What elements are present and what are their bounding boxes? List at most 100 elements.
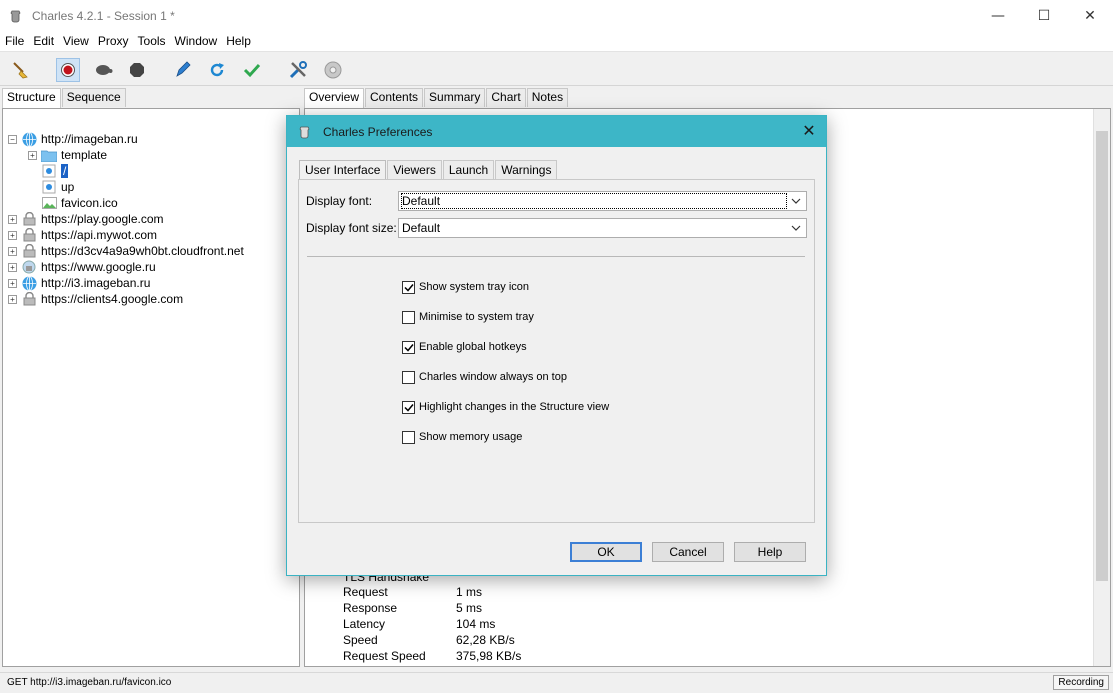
record-icon[interactable] [56, 58, 80, 82]
detail-key: Speed [343, 633, 378, 647]
tree-node-favicon[interactable]: favicon.ico [41, 195, 118, 211]
option-label: Show system tray icon [419, 281, 530, 293]
tree-node-root[interactable]: − http://imageban.ru [8, 131, 138, 147]
tab-overview[interactable]: Overview [304, 88, 365, 108]
maximize-button[interactable]: ☐ [1021, 0, 1067, 31]
menu-view[interactable]: View [58, 34, 93, 48]
tree-node-template[interactable]: + template [28, 147, 107, 163]
option-label: Minimise to system tray [419, 311, 534, 323]
display-font-select[interactable]: Default [398, 191, 807, 211]
expand-icon[interactable]: + [28, 150, 37, 160]
checkbox[interactable] [402, 310, 415, 324]
vertical-scrollbar[interactable] [1093, 109, 1110, 666]
lock-icon [21, 243, 37, 259]
check-icon[interactable] [240, 58, 264, 82]
pen-icon[interactable] [171, 58, 195, 82]
collapse-icon[interactable]: − [8, 134, 17, 144]
checkbox[interactable] [402, 370, 415, 384]
tree-node-host[interactable]: + http://i3.imageban.ru [8, 275, 150, 291]
help-button[interactable]: Help [734, 542, 806, 562]
minimize-button[interactable]: — [975, 0, 1021, 31]
title-bar: Charles 4.2.1 - Session 1 * — ☐ ✕ [0, 0, 1113, 31]
display-font-value: Default [401, 193, 787, 209]
detail-value: 5 ms [456, 601, 483, 615]
tree-node-up[interactable]: up [41, 179, 74, 195]
checkbox[interactable] [402, 280, 415, 294]
tab-viewers[interactable]: Viewers [387, 160, 442, 179]
expand-icon[interactable]: + [8, 278, 17, 288]
detail-row: Request Speed 375,98 KB/s [343, 649, 521, 665]
option-enable-global-hotkeys[interactable]: Enable global hotkeys [402, 339, 527, 355]
stop-icon[interactable] [125, 58, 149, 82]
resource-icon [41, 179, 57, 195]
tab-summary[interactable]: Summary [424, 88, 486, 107]
tab-launch[interactable]: Launch [442, 160, 495, 179]
menu-edit[interactable]: Edit [28, 34, 58, 48]
resource-icon [41, 163, 57, 179]
structure-tree: − http://imageban.ru + template / up fav… [2, 108, 300, 667]
tools-icon[interactable] [286, 58, 310, 82]
tab-contents[interactable]: Contents [365, 88, 424, 107]
menu-proxy[interactable]: Proxy [93, 34, 133, 48]
recording-badge[interactable]: Recording [1053, 675, 1109, 690]
menu-tools[interactable]: Tools [133, 34, 170, 48]
broom-icon[interactable] [9, 58, 33, 82]
checkbox[interactable] [402, 400, 415, 414]
option-highlight-changes[interactable]: Highlight changes in the Structure view [402, 399, 609, 415]
lock-icon [21, 227, 37, 243]
lock-globe-icon [21, 259, 37, 275]
tab-warnings[interactable]: Warnings [495, 160, 558, 179]
user-interface-panel: Display font: Default Display font size:… [298, 179, 815, 523]
expand-icon[interactable]: + [8, 230, 17, 240]
tab-sequence[interactable]: Sequence [61, 88, 126, 107]
tab-structure[interactable]: Structure [2, 88, 61, 108]
detail-key: Latency [343, 617, 386, 631]
expand-icon[interactable]: + [8, 294, 17, 304]
option-window-always-on-top[interactable]: Charles window always on top [402, 369, 567, 385]
tree-label: favicon.ico [61, 196, 118, 210]
checkbox[interactable] [402, 340, 415, 354]
menu-window[interactable]: Window [170, 34, 222, 48]
scrollbar-thumb[interactable] [1096, 131, 1108, 581]
checkbox[interactable] [402, 430, 415, 444]
close-icon[interactable]: ✕ [800, 122, 818, 140]
tree-node-slash[interactable]: / [41, 163, 69, 179]
display-font-size-select[interactable]: Default [398, 218, 807, 238]
tree-node-host[interactable]: + https://api.mywot.com [8, 227, 157, 243]
window-title: Charles 4.2.1 - Session 1 * [32, 8, 175, 23]
tree-node-host[interactable]: + https://play.google.com [8, 211, 164, 227]
globe-icon [21, 131, 37, 147]
expand-icon[interactable]: + [8, 262, 17, 272]
menu-help[interactable]: Help [221, 34, 255, 48]
detail-key: Response [343, 601, 398, 615]
ok-button[interactable]: OK [570, 542, 642, 562]
charles-jug-icon [297, 124, 313, 140]
option-show-memory-usage[interactable]: Show memory usage [402, 429, 522, 445]
turtle-icon[interactable] [91, 58, 115, 82]
menu-file[interactable]: File [0, 34, 28, 48]
refresh-icon[interactable] [205, 58, 229, 82]
tree-label-selected: / [61, 164, 69, 178]
dialog-title: Charles Preferences [323, 124, 433, 139]
option-label: Highlight changes in the Structure view [419, 401, 610, 413]
status-bar: GET http://i3.imageban.ru/favicon.ico Re… [0, 672, 1113, 693]
expand-icon[interactable]: + [8, 214, 17, 224]
option-minimise-to-system-tray[interactable]: Minimise to system tray [402, 309, 534, 325]
tree-node-host[interactable]: + https://www.google.ru [8, 259, 156, 275]
cancel-button[interactable]: Cancel [652, 542, 724, 562]
expand-icon[interactable]: + [8, 246, 17, 256]
tab-user-interface[interactable]: User Interface [299, 160, 387, 180]
tab-chart[interactable]: Chart [486, 88, 526, 107]
tree-node-host[interactable]: + https://clients4.google.com [8, 291, 183, 307]
tree-node-host[interactable]: + https://d3cv4a9a9wh0bt.cloudfront.net [8, 243, 244, 259]
toolbar [0, 51, 1113, 86]
menu-bar: File Edit View Proxy Tools Window Help [0, 31, 1113, 51]
charles-jug-icon [8, 8, 24, 24]
display-font-label: Display font: [306, 194, 373, 208]
lock-icon [21, 291, 37, 307]
divider [307, 256, 805, 257]
option-show-system-tray-icon[interactable]: Show system tray icon [402, 279, 529, 295]
gear-icon[interactable] [321, 58, 345, 82]
tab-notes[interactable]: Notes [526, 88, 569, 107]
close-window-button[interactable]: ✕ [1067, 0, 1113, 31]
